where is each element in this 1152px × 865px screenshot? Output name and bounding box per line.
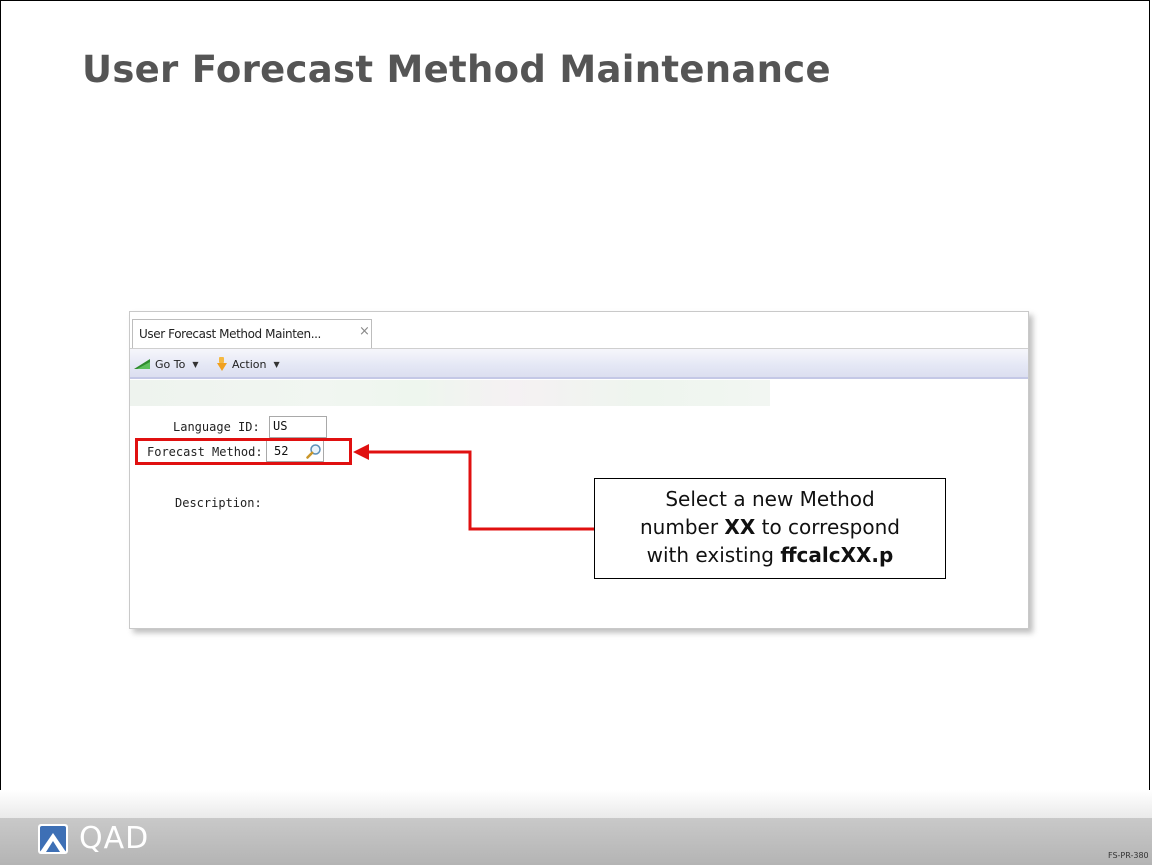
toolbar: Go To ▼ Action ▼ — [130, 349, 1028, 379]
forecast-method-highlight — [135, 438, 352, 465]
goto-label: Go To — [155, 357, 186, 371]
close-icon[interactable]: × — [359, 324, 370, 339]
footer-band — [0, 818, 1152, 865]
action-label: Action — [232, 357, 267, 371]
footer-fade — [0, 790, 1152, 818]
slide-title: User Forecast Method Maintenance — [82, 48, 831, 91]
status-strip — [130, 380, 770, 406]
qad-logo: QAD — [37, 821, 149, 856]
callout-line2: number XX to correspond — [640, 515, 900, 539]
action-pointer-icon — [217, 357, 227, 371]
qad-logo-icon — [38, 823, 68, 854]
qad-logo-text: QAD — [79, 821, 150, 856]
callout-line1: Select a new Method — [665, 487, 875, 511]
tab-label: User Forecast Method Mainten... — [139, 327, 321, 341]
callout-line3: with existing ffcalcXX.p — [646, 543, 894, 567]
app-window: User Forecast Method Mainten... × Go To … — [129, 311, 1029, 629]
description-label: Description: — [175, 496, 262, 510]
tab-strip: User Forecast Method Mainten... × — [130, 312, 1028, 349]
action-button[interactable]: Action ▼ — [216, 355, 280, 373]
language-id-label: Language ID: — [173, 420, 260, 434]
language-id-field[interactable]: US — [269, 416, 327, 438]
slide-code: FS-PR-380 — [1108, 851, 1149, 860]
goto-button[interactable]: Go To ▼ — [133, 355, 199, 373]
chevron-down-icon: ▼ — [192, 359, 199, 369]
chevron-down-icon: ▼ — [273, 359, 280, 369]
goto-arrow-icon — [134, 359, 150, 369]
tab-user-forecast-method[interactable]: User Forecast Method Mainten... × — [132, 319, 372, 348]
callout-box: Select a new Method number XX to corresp… — [594, 478, 946, 579]
